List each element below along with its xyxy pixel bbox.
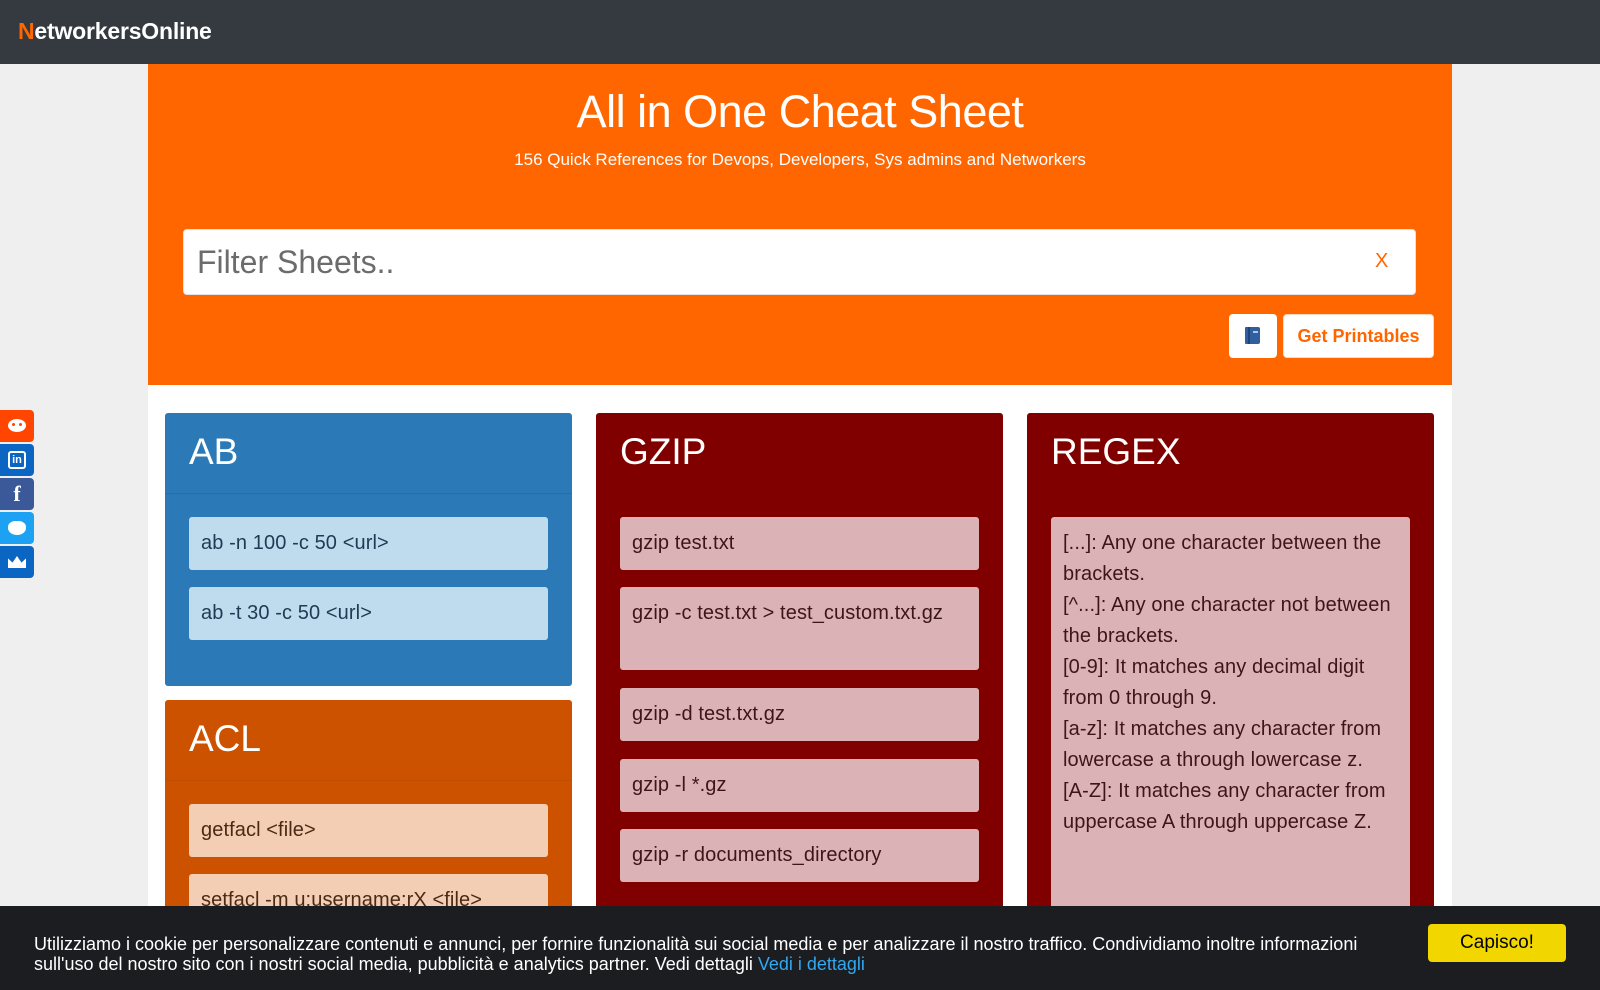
card-item: ab -t 30 -c 50 <url> [189, 587, 548, 640]
crown-share-button[interactable] [0, 546, 34, 578]
card-title[interactable]: GZIP [620, 431, 706, 473]
page-subtitle: 156 Quick References for Devops, Develop… [514, 150, 1086, 169]
twitter-share-button[interactable] [0, 512, 34, 544]
linkedin-icon: in [8, 451, 26, 469]
card-header: ACL [165, 700, 572, 781]
clear-filter-button[interactable]: X [1375, 250, 1388, 273]
cheatsheet-card-ab[interactable]: AB ab -n 100 -c 50 <url> ab -t 30 -c 50 … [165, 413, 572, 686]
card-title[interactable]: REGEX [1051, 431, 1181, 473]
reddit-share-button[interactable] [0, 410, 34, 442]
card-item: gzip -l *.gz [620, 759, 979, 812]
cookie-message: Utilizziamo i cookie per personalizzare … [34, 934, 1394, 974]
card-item: gzip -d test.txt.gz [620, 688, 979, 741]
get-printables-button[interactable]: Get Printables [1283, 314, 1434, 358]
cookie-banner: Utilizziamo i cookie per personalizzare … [0, 906, 1600, 990]
card-header: GZIP [596, 413, 1003, 494]
main-container: All in One Cheat Sheet 156 Quick Referen… [148, 64, 1452, 990]
card-header: REGEX [1027, 413, 1434, 494]
brand-name: etworkersOnline [34, 18, 212, 44]
card-item: gzip -r documents_directory [620, 829, 979, 882]
top-navbar: NetworkersOnline [0, 0, 1600, 64]
facebook-icon: f [13, 481, 21, 506]
twitter-icon [8, 521, 26, 535]
cookie-accept-button[interactable]: Capisco! [1428, 924, 1566, 962]
page-title: All in One Cheat Sheet [576, 86, 1024, 137]
reddit-icon [8, 419, 26, 432]
card-item: gzip test.txt [620, 517, 979, 570]
cheatsheet-card-regex[interactable]: REGEX [...]: Any one character between t… [1027, 413, 1434, 990]
hero-banner: All in One Cheat Sheet 156 Quick Referen… [148, 64, 1452, 385]
card-item: [...]: Any one character between the bra… [1051, 517, 1410, 937]
cookie-details-link[interactable]: Vedi i dettagli [758, 954, 865, 974]
card-item: getfacl <file> [189, 804, 548, 857]
card-title[interactable]: ACL [189, 718, 261, 760]
brand-initial: N [18, 18, 35, 44]
linkedin-share-button[interactable]: in [0, 444, 34, 476]
card-item: gzip -c test.txt > test_custom.txt.gz [620, 587, 979, 670]
card-header: AB [165, 413, 572, 494]
book-icon [1245, 327, 1260, 344]
cookie-text: Utilizziamo i cookie per personalizzare … [34, 934, 1358, 974]
crown-icon [8, 556, 26, 568]
card-title[interactable]: AB [189, 431, 238, 473]
brand-logo[interactable]: NetworkersOnline [18, 18, 212, 45]
cheatsheet-card-gzip[interactable]: GZIP gzip test.txt gzip -c test.txt > te… [596, 413, 1003, 990]
card-item: ab -n 100 -c 50 <url> [189, 517, 548, 570]
facebook-share-button[interactable]: f [0, 478, 34, 510]
filter-box: X [183, 229, 1416, 295]
book-button[interactable] [1229, 314, 1277, 358]
filter-input[interactable] [184, 230, 1364, 294]
